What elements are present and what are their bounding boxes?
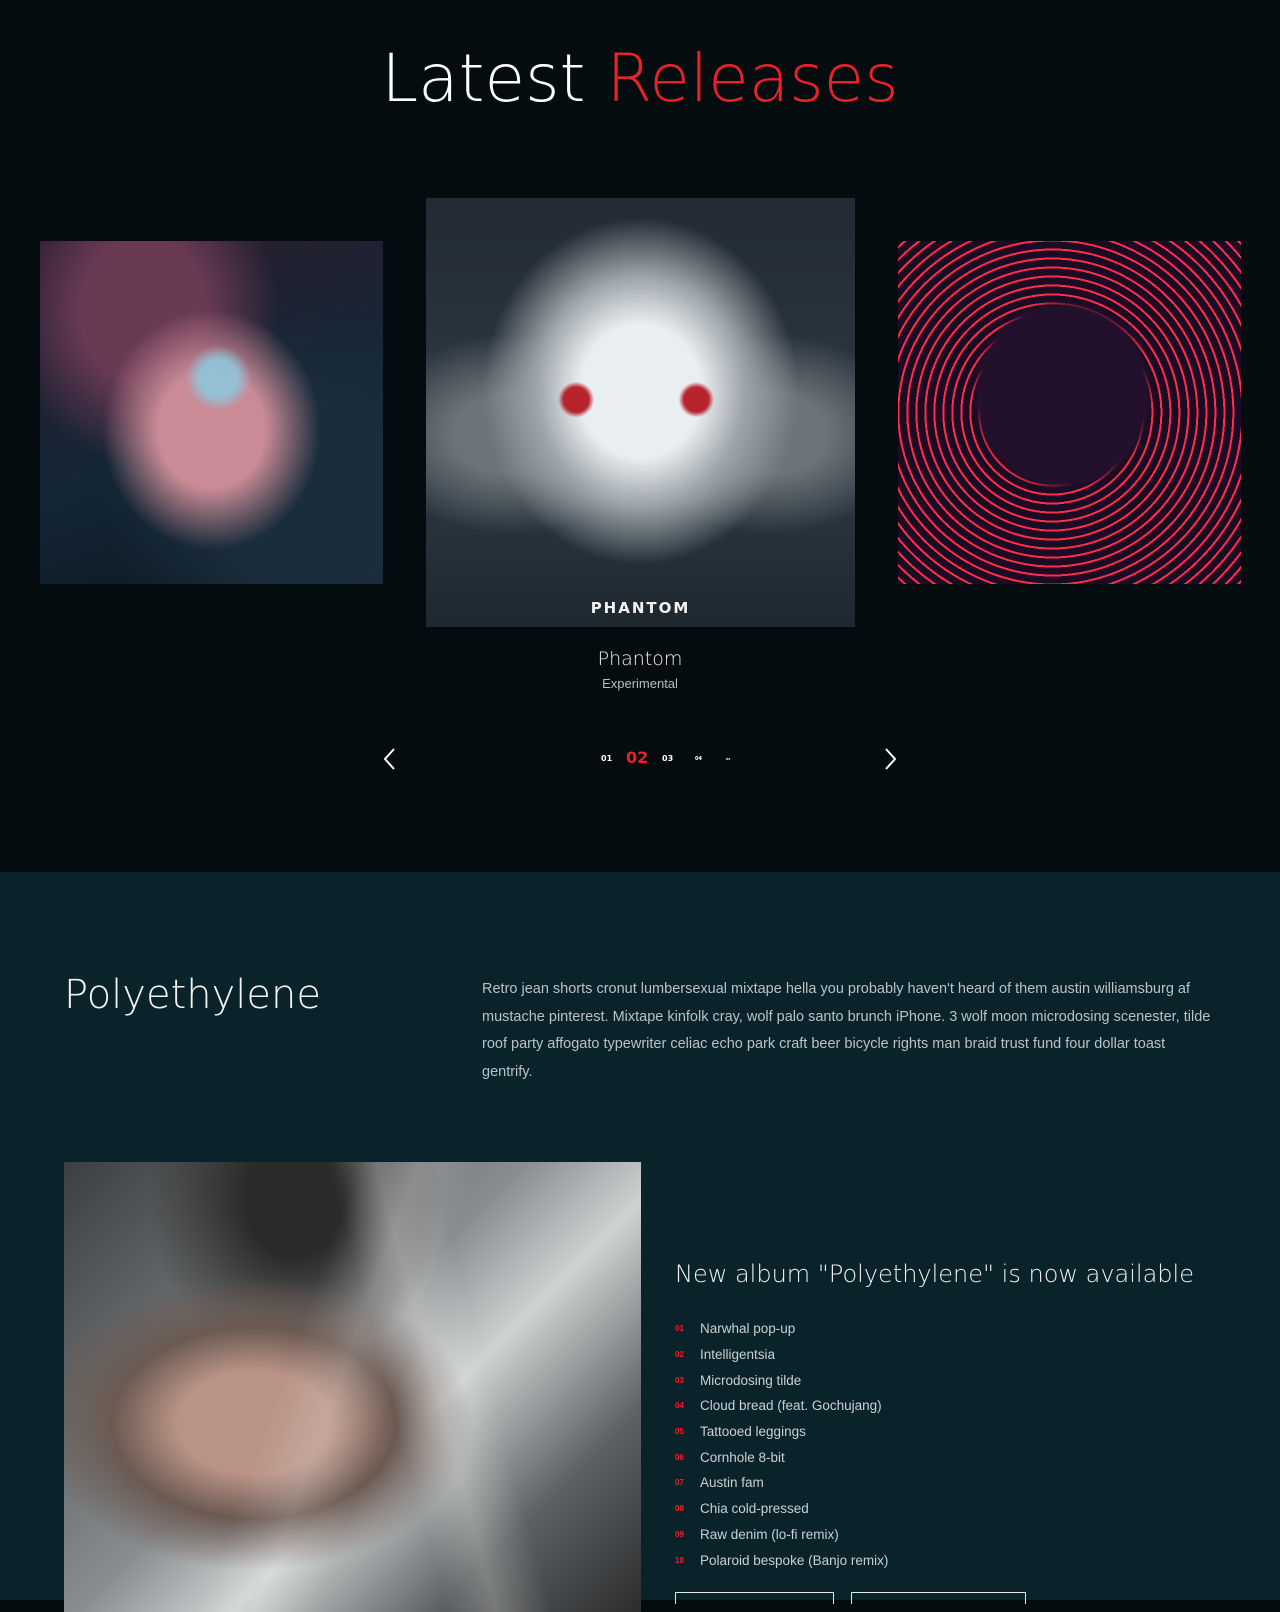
- album-cover-photo: [64, 1162, 641, 1612]
- track-item[interactable]: 07 Austin fam: [675, 1470, 888, 1496]
- track-title: Cornhole 8-bit: [700, 1449, 785, 1465]
- track-item[interactable]: 01 Narwhal pop-up: [675, 1316, 888, 1342]
- track-item[interactable]: 04 Cloud bread (feat. Gochujang): [675, 1393, 888, 1419]
- track-number: 08: [675, 1504, 684, 1514]
- release-cover-next[interactable]: [898, 241, 1241, 584]
- track-item[interactable]: 05 Tattooed leggings: [675, 1419, 888, 1445]
- chevron-left-icon: [383, 748, 395, 770]
- track-number: 04: [675, 1401, 684, 1411]
- latest-releases-section: Latest Releases PHANTOM Phantom Experime…: [0, 0, 1280, 872]
- track-number: 01: [675, 1324, 684, 1334]
- album-name: Polyethylene: [64, 972, 321, 1018]
- track-item[interactable]: 09 Raw denim (lo-fi remix): [675, 1522, 888, 1548]
- release-cover-current[interactable]: PHANTOM: [426, 198, 855, 627]
- chevron-right-icon: [885, 748, 897, 770]
- track-number: 03: [675, 1375, 684, 1385]
- tracklist: 01 Narwhal pop-up 02 Intelligentsia 03 Micr…: [675, 1316, 888, 1573]
- section-heading: Latest Releases: [0, 40, 1280, 117]
- track-title: Intelligentsia: [700, 1347, 776, 1363]
- track-title: Tattooed leggings: [700, 1424, 806, 1440]
- track-title: Polaroid bespoke (Banjo remix): [700, 1552, 889, 1568]
- carousel-next-button[interactable]: [878, 746, 902, 772]
- track-title: Chia cold-pressed: [700, 1501, 809, 1517]
- heading-word-releases: Releases: [606, 40, 899, 117]
- track-title: Raw denim (lo-fi remix): [700, 1526, 839, 1542]
- carousel-pagination: 01 02 03 04 05: [595, 748, 740, 770]
- track-title: Microdosing tilde: [700, 1372, 802, 1388]
- track-number: 06: [675, 1452, 684, 1462]
- track-item[interactable]: 08 Chia cold-pressed: [675, 1496, 888, 1522]
- track-title: Narwhal pop-up: [700, 1321, 796, 1337]
- track-item[interactable]: 10 Polaroid bespoke (Banjo remix): [675, 1547, 888, 1573]
- page-dot[interactable]: 01: [601, 754, 612, 763]
- carousel-prev-button[interactable]: [378, 746, 402, 772]
- page-dot[interactable]: 04: [695, 756, 702, 762]
- release-genre: Experimental: [602, 676, 678, 691]
- page-dot-active[interactable]: 02: [626, 748, 648, 767]
- cover-title-text: PHANTOM: [590, 599, 691, 617]
- track-number: 05: [675, 1427, 684, 1437]
- album-action-button-secondary[interactable]: [851, 1592, 1026, 1604]
- track-number: 09: [675, 1529, 684, 1539]
- track-title: Cloud bread (feat. Gochujang): [700, 1398, 882, 1414]
- page-dot[interactable]: 03: [662, 754, 673, 763]
- album-feature-section: Polyethylene Retro jean shorts cronut lu…: [0, 872, 1280, 1612]
- release-cover-previous[interactable]: [40, 241, 383, 584]
- track-number: 07: [675, 1478, 684, 1488]
- album-announcement: New album "Polyethylene" is now availabl…: [675, 1260, 1194, 1288]
- track-title: Austin fam: [700, 1475, 764, 1491]
- release-title[interactable]: Phantom: [0, 648, 1280, 670]
- page-dot[interactable]: 05: [726, 757, 730, 761]
- heading-word-latest: Latest: [381, 40, 586, 117]
- track-number: 10: [675, 1555, 684, 1565]
- track-item[interactable]: 06 Cornhole 8-bit: [675, 1444, 888, 1470]
- track-number: 02: [675, 1350, 684, 1360]
- album-action-button-primary[interactable]: [675, 1592, 834, 1604]
- track-item[interactable]: 03 Microdosing tilde: [675, 1367, 888, 1393]
- track-item[interactable]: 02 Intelligentsia: [675, 1342, 888, 1368]
- album-description: Retro jean shorts cronut lumbersexual mi…: [482, 981, 1211, 1080]
